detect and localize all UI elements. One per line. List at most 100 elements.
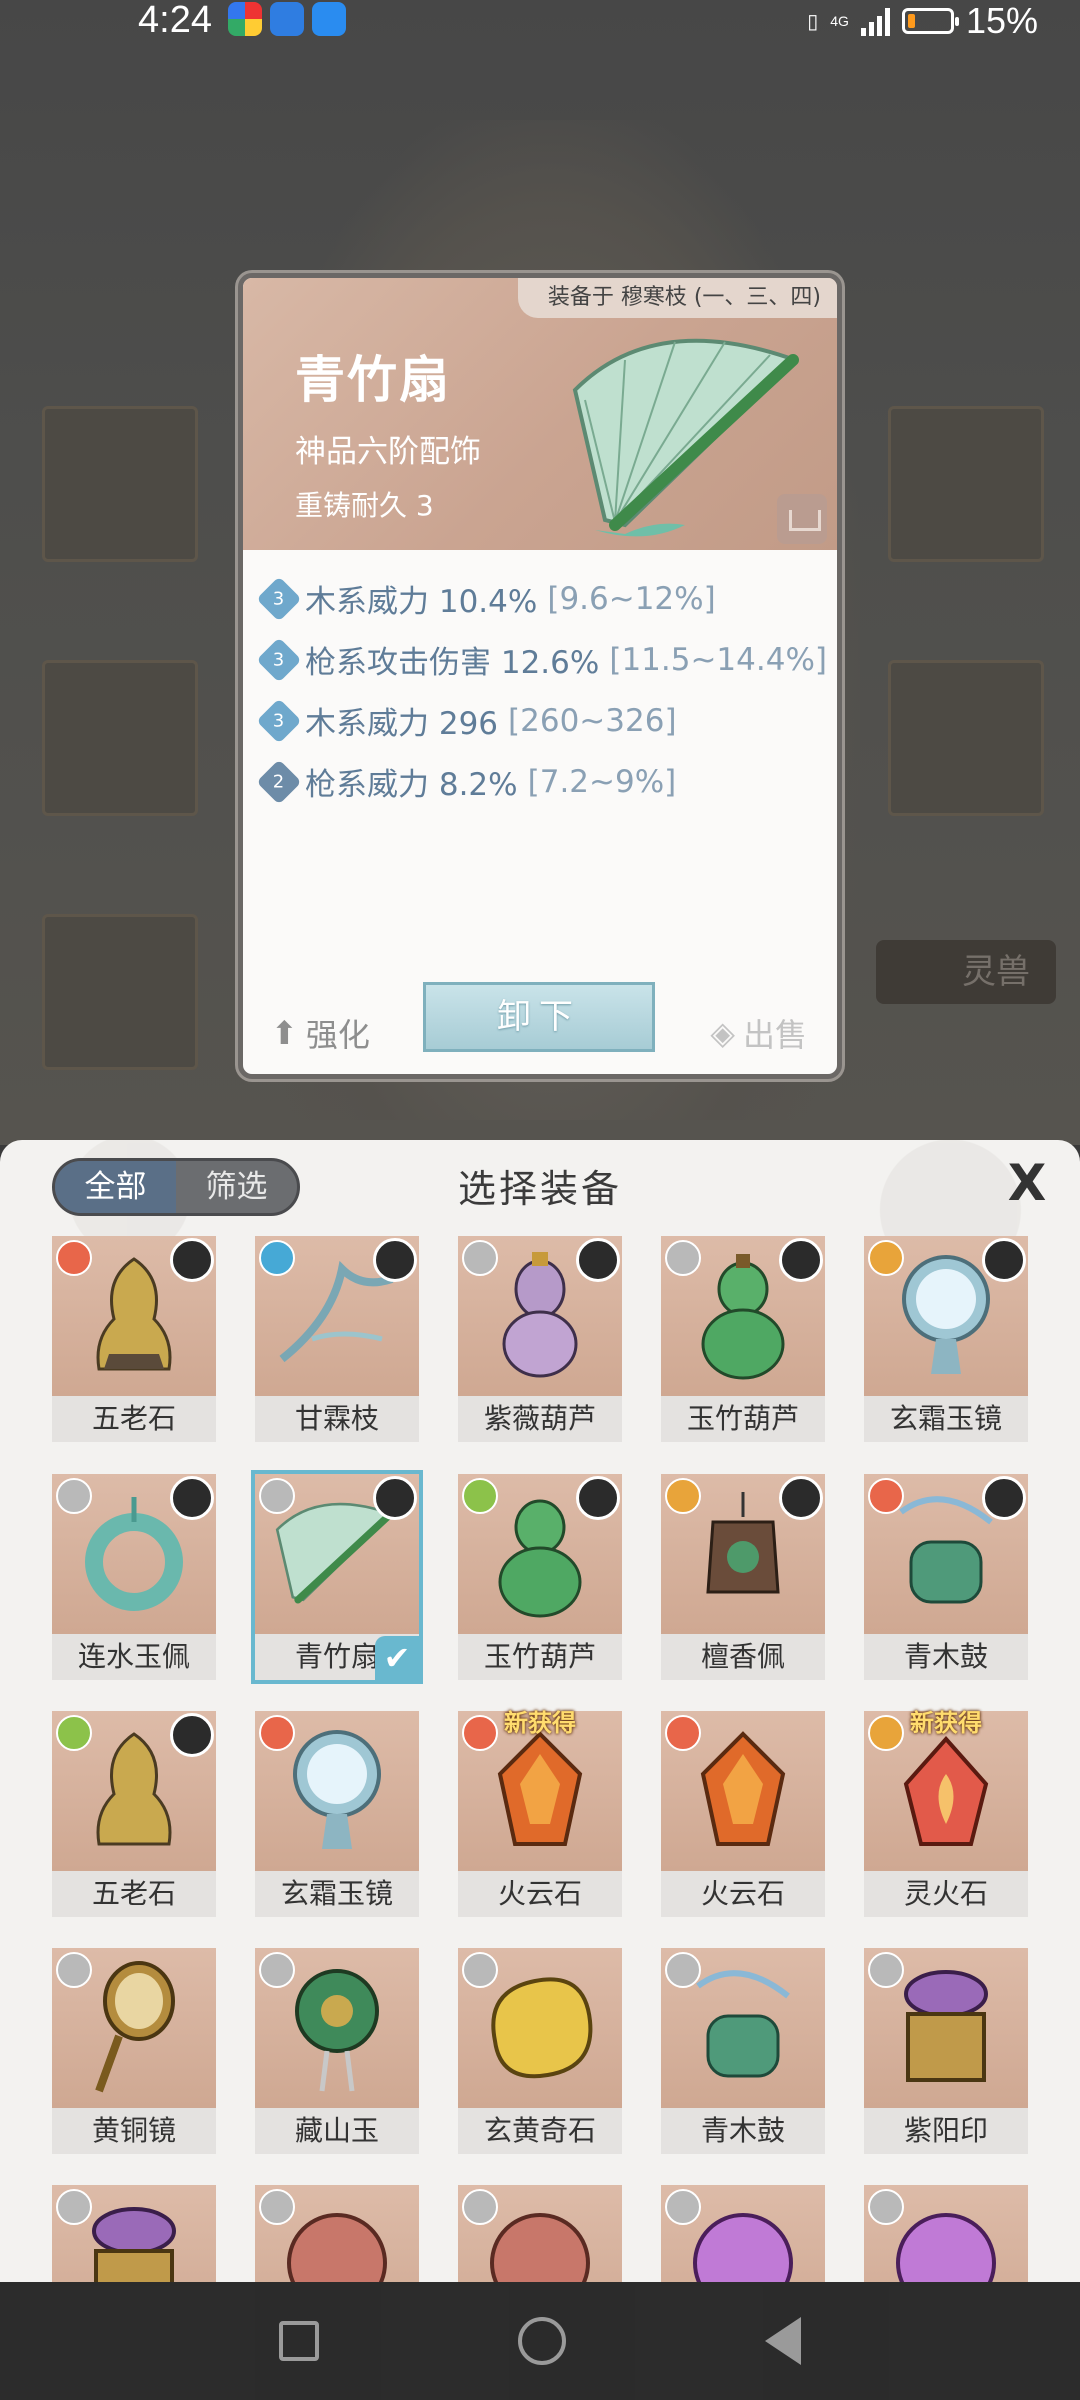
equipment-tile[interactable]: 新获得 灵火石: [864, 1709, 1028, 1917]
gem-level-icon: 2: [256, 758, 302, 805]
equip-slot-boots: [42, 914, 198, 1070]
equipment-name: 黄铜镜: [52, 2108, 216, 2154]
lock-icon[interactable]: [777, 494, 827, 544]
equipment-name: 玉竹葫芦: [661, 1396, 825, 1442]
equipped-on-label: 装备于 穆寒枝 (一、三、四): [517, 278, 837, 318]
element-icon: [868, 1952, 904, 1988]
element-icon: [56, 1240, 92, 1276]
element-icon: [259, 1478, 295, 1514]
equipment-name: 藏山玉: [255, 2108, 419, 2154]
stat-list: 3 木系威力 10.4% [9.6~12%] 3 枪系攻击伤害 12.6% [1…: [256, 568, 828, 812]
back-icon[interactable]: [764, 2317, 801, 2365]
stat-row: 3 木系威力 10.4% [9.6~12%]: [256, 568, 827, 629]
equip-slot-accessory-1: [888, 406, 1044, 562]
stat-value: 木系威力 296: [305, 706, 499, 742]
equipment-tile[interactable]: 玄霜玉镜: [255, 1711, 419, 1917]
unequip-button[interactable]: 卸下: [423, 982, 655, 1052]
stat-value: 枪系攻击伤害 12.6%: [305, 645, 600, 681]
equipment-tile[interactable]: 青木鼓: [864, 1474, 1028, 1680]
equipment-tile[interactable]: 黄铜镜: [52, 1948, 216, 2154]
equipment-image-icon: [886, 1724, 1006, 1858]
equipment-image-icon: [89, 1956, 179, 2100]
owner-avatar: [373, 1238, 417, 1282]
owner-avatar: [373, 1476, 417, 1520]
equipment-tile[interactable]: [52, 2185, 216, 2282]
owner-avatar: [576, 1238, 620, 1282]
element-icon: [56, 1952, 92, 1988]
equipment-name: 连水玉佩: [52, 1634, 216, 1680]
stat-row: 3 木系威力 296 [260~326]: [256, 690, 827, 751]
equipment-image-icon: [282, 1719, 392, 1863]
arrow-up-icon: ⬆: [271, 1014, 298, 1052]
element-icon: [56, 1715, 92, 1751]
equipment-name: 火云石: [458, 1871, 622, 1917]
equipment-image-icon: [683, 2193, 803, 2282]
equipment-tile[interactable]: 五老石: [52, 1236, 216, 1442]
element-icon: [665, 1478, 701, 1514]
stat-range: [260~326]: [508, 702, 677, 739]
item-name: 青竹扇: [295, 351, 451, 409]
element-icon: [868, 2189, 904, 2225]
clock: 4:24: [138, 0, 212, 41]
recent-apps-icon[interactable]: [279, 2321, 320, 2361]
new-badge: 新获得: [910, 1709, 982, 1737]
card-header: 装备于 穆寒枝 (一、三、四) 青竹扇 神品六阶配饰 重铸耐久 3: [243, 278, 837, 550]
equipment-tile[interactable]: 新获得 火云石: [458, 1709, 622, 1917]
equipment-tile[interactable]: [255, 2185, 419, 2282]
equipment-name: 紫薇葫芦: [458, 1396, 622, 1442]
element-icon: [665, 1715, 701, 1751]
browser-notification-icon: [270, 2, 304, 36]
equipment-image-icon: [480, 2193, 600, 2282]
equipment-tile[interactable]: 玄黄奇石: [458, 1948, 622, 2154]
element-icon: [259, 2189, 295, 2225]
owner-avatar: [982, 1476, 1026, 1520]
sell-button[interactable]: ◈ 出售: [710, 1010, 807, 1056]
item-grade: 神品六阶配饰: [295, 434, 481, 470]
stat-range: [11.5~14.4%]: [609, 641, 828, 678]
vibrate-icon: ▯: [807, 10, 819, 33]
equipment-detail-card: 装备于 穆寒枝 (一、三、四) 青竹扇 神品六阶配饰 重铸耐久 3 3 木系威力…: [238, 273, 842, 1079]
equipment-tile[interactable]: [458, 2185, 622, 2282]
stat-value: 枪系威力 8.2%: [305, 767, 518, 803]
equipment-tile[interactable]: 火云石: [661, 1711, 825, 1917]
new-badge: 新获得: [504, 1709, 576, 1737]
equip-slot-armor: [42, 660, 198, 816]
element-icon: [665, 1240, 701, 1276]
equipment-tile[interactable]: 青竹扇 ✔: [251, 1470, 423, 1684]
owner-avatar: [170, 1713, 214, 1757]
close-button[interactable]: X: [1002, 1158, 1052, 1208]
equipment-tile[interactable]: 藏山玉: [255, 1948, 419, 2154]
equipment-image-icon: [886, 1956, 1006, 2100]
equipment-tile[interactable]: 紫阳印: [864, 1948, 1028, 2154]
equipment-tile[interactable]: [864, 2185, 1028, 2282]
owner-avatar: [170, 1476, 214, 1520]
element-icon: [868, 1240, 904, 1276]
equipment-tile[interactable]: 甘霖枝: [255, 1236, 419, 1442]
equipment-image-icon: [480, 1724, 600, 1858]
equipment-image-icon: [282, 1956, 392, 2100]
equipment-tile[interactable]: 玉竹葫芦: [661, 1236, 825, 1442]
equipment-tile[interactable]: 五老石: [52, 1711, 216, 1917]
enhance-button[interactable]: ⬆ 强化: [271, 1010, 370, 1056]
battery-icon: [901, 8, 959, 34]
signal-icon: [860, 6, 890, 36]
equipment-name: 五老石: [52, 1396, 216, 1442]
network-type: 4G: [830, 13, 849, 29]
equipment-tile[interactable]: 连水玉佩: [52, 1474, 216, 1680]
home-icon[interactable]: [517, 2317, 566, 2365]
element-icon: [56, 2189, 92, 2225]
equipment-image-icon: [74, 2193, 194, 2282]
stat-value: 木系威力 10.4%: [305, 584, 538, 620]
equipment-tile[interactable]: [661, 2185, 825, 2282]
status-bar: 4:24 ▯ 4G 15%: [0, 0, 1080, 64]
equipment-tile[interactable]: 紫薇葫芦: [458, 1236, 622, 1442]
element-icon: [462, 2189, 498, 2225]
equipment-tile[interactable]: 玄霜玉镜: [864, 1236, 1028, 1442]
equipment-tile[interactable]: 青木鼓: [661, 1948, 825, 2154]
equipment-tile[interactable]: 檀香佩: [661, 1474, 825, 1680]
owner-avatar: [170, 1238, 214, 1282]
equipment-name: 青木鼓: [661, 2108, 825, 2154]
equipment-tile[interactable]: 玉竹葫芦: [458, 1474, 622, 1680]
owner-avatar: [982, 1238, 1026, 1282]
equipment-name: 玉竹葫芦: [458, 1634, 622, 1680]
